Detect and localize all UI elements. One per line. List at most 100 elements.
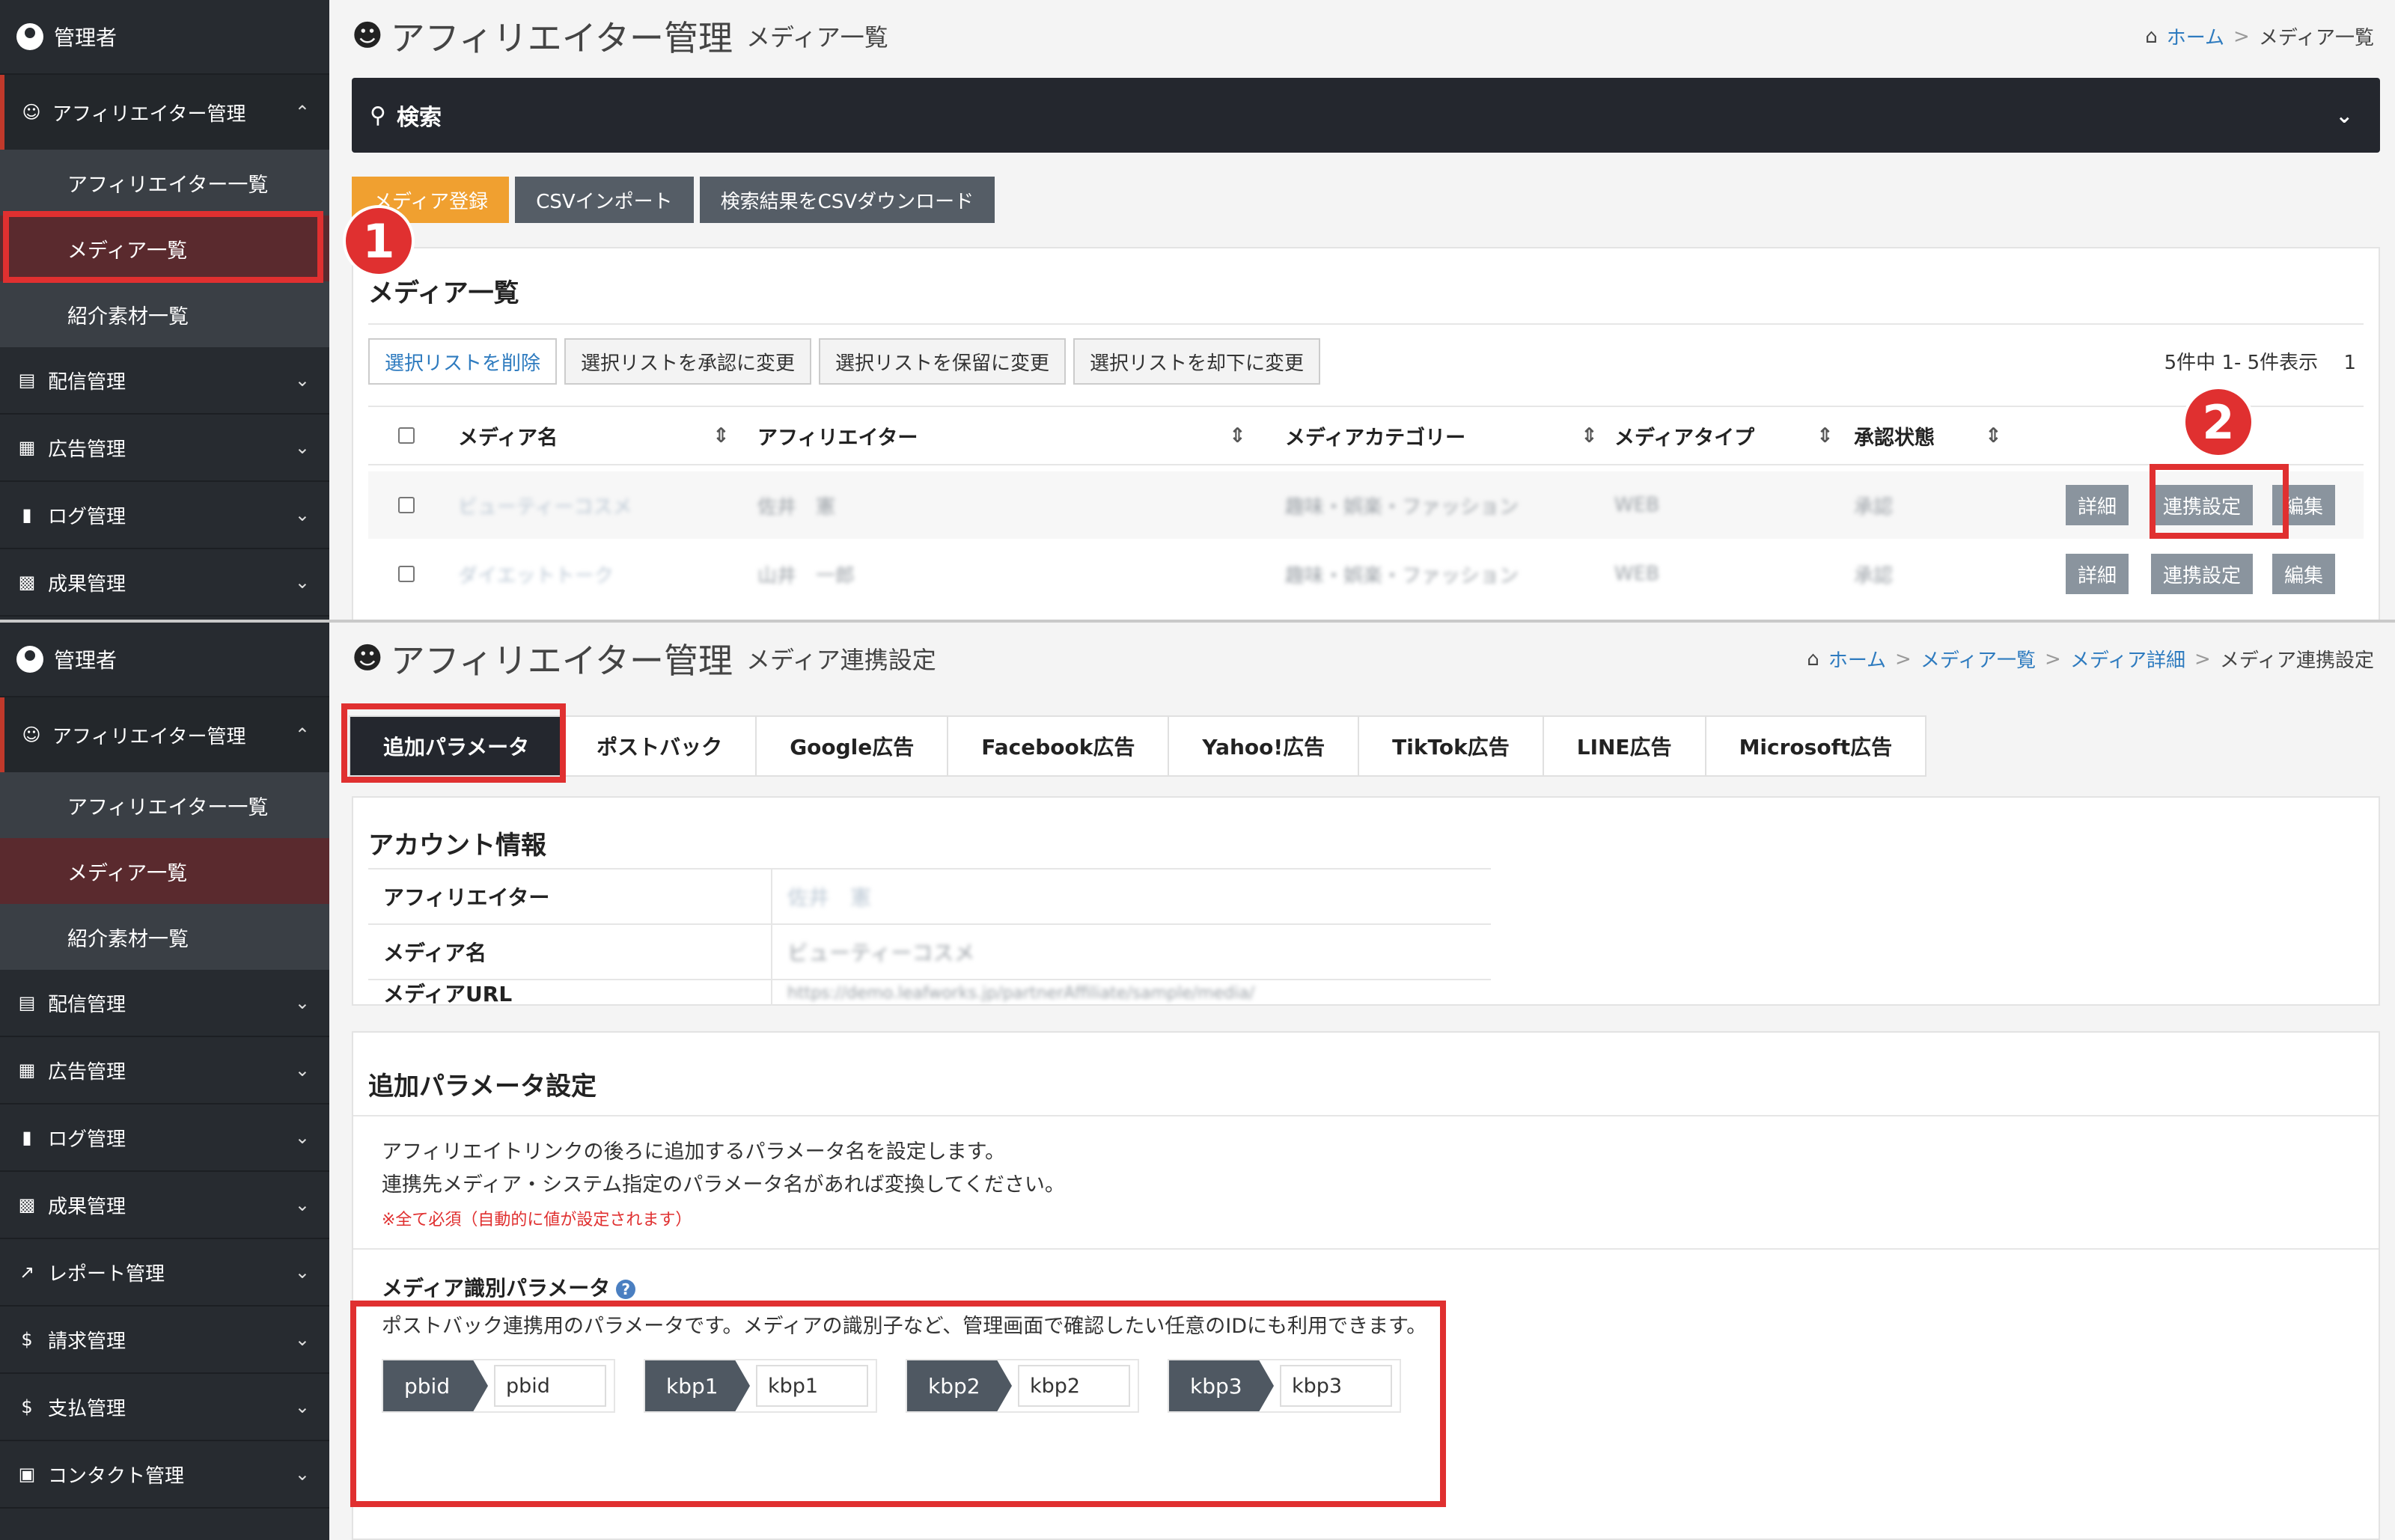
approve-selected-button[interactable]: 選択リストを承認に変更 — [564, 338, 812, 385]
chevron-down-icon: ⌄ — [294, 572, 310, 593]
bar-chart-icon: ▩ — [18, 572, 36, 593]
hold-selected-button[interactable]: 選択リストを保留に変更 — [819, 338, 1067, 385]
sidebar-item-delivery[interactable]: ▤ 配信管理 ⌄ — [0, 347, 329, 415]
chevron-down-icon: ⌄ — [294, 437, 310, 458]
sidebar-item-label: 配信管理 — [48, 370, 126, 394]
sidebar-item-label: レポート管理 — [48, 1262, 165, 1286]
media-param-title: メディア識別パラメータ? — [382, 1272, 636, 1302]
sidebar-item-ads[interactable]: ▦ 広告管理 ⌄ — [0, 415, 329, 482]
csv-download-button[interactable]: 検索結果をCSVダウンロード — [699, 177, 995, 223]
page-header: ☻ アフィリエイター管理 メディア一覧 ⌂ ホーム > メディア一覧 — [329, 0, 2395, 72]
inbox-icon: ▣ — [18, 1464, 36, 1485]
select-all-checkbox[interactable] — [398, 427, 415, 444]
chevron-down-icon: ⌄ — [2335, 103, 2353, 128]
detail-button[interactable]: 詳細 — [2066, 554, 2129, 594]
media-name-link[interactable]: ビューティーコスメ — [458, 492, 632, 519]
tab-yahoo-ads[interactable]: Yahoo!広告 — [1169, 715, 1360, 777]
sidebar-item-label: 支払管理 — [48, 1397, 126, 1420]
sidebar-item-label: 配信管理 — [48, 993, 126, 1016]
step-marker-2: 2 — [2182, 386, 2254, 458]
detail-button[interactable]: 詳細 — [2066, 485, 2129, 525]
sidebar-group-label: アフィリエイター管理 — [52, 725, 246, 748]
page-header: ☻ アフィリエイター管理 メディア連携設定 ⌂ ホーム > メディア一覧 > メ… — [329, 623, 2395, 694]
breadcrumb-separator: > — [2233, 25, 2250, 48]
tab-tiktok-ads[interactable]: TikTok広告 — [1359, 715, 1544, 777]
sidebar-item-delivery[interactable]: ▤ 配信管理 ⌄ — [0, 970, 329, 1037]
help-icon[interactable]: ? — [616, 1280, 636, 1299]
screenshot-media-list: 管理者 ☺ アフィリエイター管理 ⌃ アフィリエイター一覧 メディア一覧 紹介素材一… — [0, 0, 2395, 620]
sidebar-item-billing[interactable]: $ 請求管理 ⌄ — [0, 1307, 329, 1374]
sidebar-group-affiliate[interactable]: ☺ アフィリエイター管理 ⌃ — [0, 75, 329, 150]
account-row-media-url: メディアURL https://demo.leafworks.jp/partne… — [368, 979, 1491, 1006]
breadcrumb-home[interactable]: ホーム — [2167, 22, 2224, 50]
bulk-action-buttons: 選択リストを削除 選択リストを承認に変更 選択リストを保留に変更 選択リストを却… — [368, 338, 1321, 385]
sidebar-item-contacts[interactable]: ▣ コンタクト管理 ⌄ — [0, 1441, 329, 1509]
col-status[interactable]: 承認状態 — [1854, 421, 1935, 450]
sort-icon[interactable]: ⇕ — [1229, 424, 1246, 447]
sidebar-group-affiliate[interactable]: ☺ アフィリエイター管理 ⌃ — [0, 697, 329, 772]
integration-settings-button[interactable]: 連携設定 — [2151, 554, 2254, 594]
chevron-down-icon: ⌄ — [294, 1060, 310, 1081]
sort-icon[interactable]: ⇕ — [713, 424, 730, 447]
tab-line-ads[interactable]: LINE広告 — [1543, 715, 1706, 777]
media-name-link[interactable]: ダイエットトーク — [458, 560, 614, 588]
tab-postback[interactable]: ポストバック — [564, 715, 757, 777]
account-info-panel: アカウント情報 アフィリエイター 佐井 憲 メディア名 ビューティーコスメ メデ… — [352, 796, 2380, 1006]
search-toggle[interactable]: ⚲ 検索 ⌄ — [352, 78, 2380, 153]
sidebar-admin[interactable]: 管理者 — [0, 623, 329, 697]
sort-icon[interactable]: ⇕ — [1581, 424, 1598, 447]
people-icon: ☻ — [352, 641, 383, 676]
media-type: WEB — [1614, 563, 1659, 585]
sidebar-item-results[interactable]: ▩ 成果管理 ⌄ — [0, 1172, 329, 1239]
col-category[interactable]: メディアカテゴリー — [1285, 421, 1465, 450]
page-subtitle: メディア一覧 — [745, 23, 888, 52]
chevron-down-icon: ⌄ — [294, 504, 310, 525]
csv-import-button[interactable]: CSVインポート — [515, 177, 694, 223]
search-icon: ⚲ — [370, 102, 386, 129]
media-type: WEB — [1614, 494, 1659, 516]
row-checkbox[interactable] — [398, 497, 415, 513]
breadcrumb-media-detail[interactable]: メディア詳細 — [2070, 645, 2185, 673]
admin-label: 管理者 — [54, 648, 118, 673]
sidebar-group-label: アフィリエイター管理 — [52, 103, 246, 126]
main-content: ☻ アフィリエイター管理 メディア一覧 ⌂ ホーム > メディア一覧 ⚲ 検索 … — [329, 0, 2395, 620]
integration-tabs: 追加パラメータ ポストバック Google広告 Facebook広告 Yahoo… — [349, 715, 1927, 777]
home-icon: ⌂ — [2145, 25, 2158, 48]
params-title: 追加パラメータ設定 — [368, 1072, 597, 1101]
sort-icon[interactable]: ⇕ — [1985, 424, 2002, 447]
sidebar-item-material-list[interactable]: 紹介素材一覧 — [0, 281, 329, 347]
account-info-title: アカウント情報 — [368, 831, 546, 861]
row-checkbox[interactable] — [398, 566, 415, 582]
sidebar-item-media-list[interactable]: メディア一覧 — [0, 838, 329, 904]
sidebar-item-material-list[interactable]: 紹介素材一覧 — [0, 904, 329, 970]
sidebar-item-affiliate-list[interactable]: アフィリエイター一覧 — [0, 150, 329, 216]
account-value[interactable]: 佐井 憲 — [772, 881, 871, 911]
edit-button[interactable]: 編集 — [2272, 554, 2336, 594]
sidebar-item-logs[interactable]: ▮ ログ管理 ⌄ — [0, 1104, 329, 1172]
delete-selected-button[interactable]: 選択リストを削除 — [368, 338, 558, 385]
breadcrumb: ⌂ ホーム > メディア一覧 — [2145, 22, 2374, 50]
col-affiliate[interactable]: アフィリエイター — [757, 421, 918, 450]
tab-microsoft-ads[interactable]: Microsoft広告 — [1706, 715, 1927, 777]
reject-selected-button[interactable]: 選択リストを却下に変更 — [1073, 338, 1321, 385]
sidebar-item-label: 広告管理 — [48, 1060, 126, 1084]
tab-facebook-ads[interactable]: Facebook広告 — [948, 715, 1170, 777]
sidebar-admin[interactable]: 管理者 — [0, 0, 329, 75]
chevron-up-icon: ⌃ — [294, 724, 310, 745]
sidebar-item-affiliate-list[interactable]: アフィリエイター一覧 — [0, 772, 329, 838]
sidebar-item-reports[interactable]: ↗ レポート管理 ⌄ — [0, 1239, 329, 1307]
sidebar-item-payments[interactable]: $ 支払管理 ⌄ — [0, 1374, 329, 1441]
col-type[interactable]: メディアタイプ — [1614, 421, 1754, 450]
tab-google-ads[interactable]: Google広告 — [757, 715, 949, 777]
sidebar-item-results[interactable]: ▩ 成果管理 ⌄ — [0, 549, 329, 617]
sort-icon[interactable]: ⇕ — [1816, 424, 1834, 447]
required-note: ※全て必須（自動的に値が設定されます） — [382, 1211, 692, 1229]
sidebar: 管理者 ☺ アフィリエイター管理 ⌃ アフィリエイター一覧 メディア一覧 紹介素材一… — [0, 623, 329, 1540]
col-media-name[interactable]: メディア名 — [458, 421, 558, 450]
sidebar-item-ads[interactable]: ▦ 広告管理 ⌄ — [0, 1037, 329, 1104]
sidebar-item-logs[interactable]: ▮ ログ管理 ⌄ — [0, 482, 329, 549]
breadcrumb-home[interactable]: ホーム — [1828, 645, 1886, 673]
chevron-up-icon: ⌃ — [294, 102, 310, 123]
screenshot-integration-settings: 管理者 ☺ アフィリエイター管理 ⌃ アフィリエイター一覧 メディア一覧 紹介素材一… — [0, 623, 2395, 1540]
breadcrumb-media-list[interactable]: メディア一覧 — [1920, 645, 2036, 673]
